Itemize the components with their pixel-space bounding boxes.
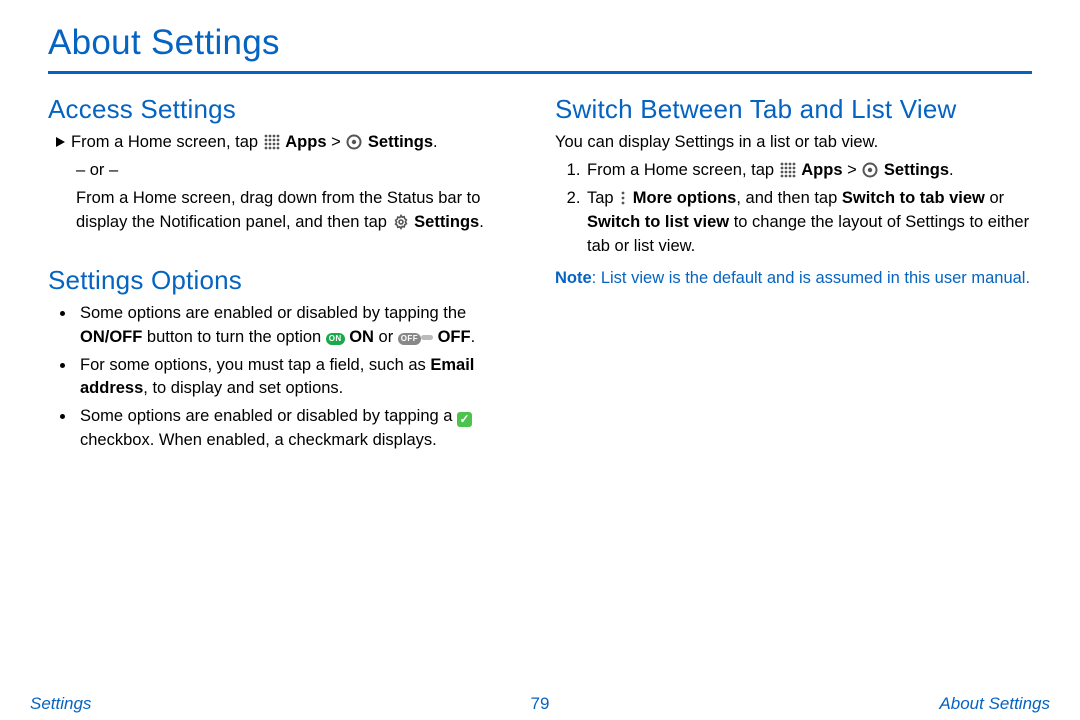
text: Tap [587,189,618,207]
text: , and then tap [736,189,842,207]
text: or [985,189,1004,207]
apps-label: Apps [801,161,842,179]
left-column: Access Settings From a Home screen, tap … [48,84,525,457]
apps-grid-icon [264,134,280,150]
apps-grid-icon [780,162,796,178]
access-alt-step: From a Home screen, drag down from the S… [48,187,525,235]
toggle-off-icon: OFF [398,333,421,345]
text: > [843,161,862,179]
text: > [327,133,346,151]
text: From a Home screen, tap [587,161,779,179]
apps-label: Apps [285,133,326,151]
text: . [479,213,484,231]
section-access-settings: Access Settings [48,94,525,125]
text: Some options are enabled or disabled by … [80,407,457,425]
list-item: Some options are enabled or disabled by … [76,405,525,453]
or-separator: – or – [48,159,525,183]
switch-to-list-label: Switch to list view [587,213,729,231]
settings-label: Settings [884,161,949,179]
more-options-label: More options [633,189,737,207]
list-item: From a Home screen, tap Apps > Settings. [585,159,1032,183]
switch-intro: You can display Settings in a list or ta… [555,131,1032,155]
note-label: Note [555,269,592,287]
list-item: Tap More options, and then tap Switch to… [585,187,1032,259]
page-title: About Settings [48,23,1032,63]
settings-gear-icon [862,162,878,178]
text: For some options, you must tap a field, … [80,356,430,374]
title-rule [48,71,1032,74]
more-options-icon [619,190,627,206]
access-step: From a Home screen, tap Apps > Settings. [48,131,525,155]
off-label: OFF [433,328,471,346]
right-column: Switch Between Tab and List View You can… [555,84,1032,457]
settings-label: Settings [414,213,479,231]
note-text: : List view is the default and is assume… [592,269,1030,287]
section-switch-view: Switch Between Tab and List View [555,94,1032,125]
list-item: Some options are enabled or disabled by … [76,302,525,350]
switch-to-tab-label: Switch to tab view [842,189,985,207]
note: Note: List view is the default and is as… [555,267,1032,291]
settings-gear-icon [346,134,362,150]
toggle-on-icon: ON [326,333,345,345]
settings-options-list: Some options are enabled or disabled by … [48,302,525,454]
checkbox-checked-icon: ✓ [457,412,472,427]
two-column-layout: Access Settings From a Home screen, tap … [48,84,1032,457]
toggle-off-bar-icon [421,335,433,340]
text: Some options are enabled or disabled by … [80,304,466,322]
text: , to display and set options. [143,379,343,397]
list-item: For some options, you must tap a field, … [76,354,525,402]
text: From a Home screen, tap [71,133,263,151]
text: . [471,328,476,346]
text: . [949,161,954,179]
page-footer: Settings 79 About Settings [0,694,1080,714]
triangle-bullet-icon [56,137,65,147]
gear-outline-icon [393,214,409,230]
text: checkbox. When enabled, a checkmark disp… [80,431,437,449]
switch-steps: From a Home screen, tap Apps > Settings.… [555,159,1032,259]
footer-page-number: 79 [0,694,1080,714]
text: or [374,328,398,346]
section-settings-options: Settings Options [48,265,525,296]
settings-label: Settings [368,133,433,151]
page: About Settings Access Settings From a Ho… [0,0,1080,680]
onoff-label: ON/OFF [80,328,142,346]
on-label: ON [345,328,374,346]
text: button to turn the option [142,328,325,346]
text: . [433,133,438,151]
